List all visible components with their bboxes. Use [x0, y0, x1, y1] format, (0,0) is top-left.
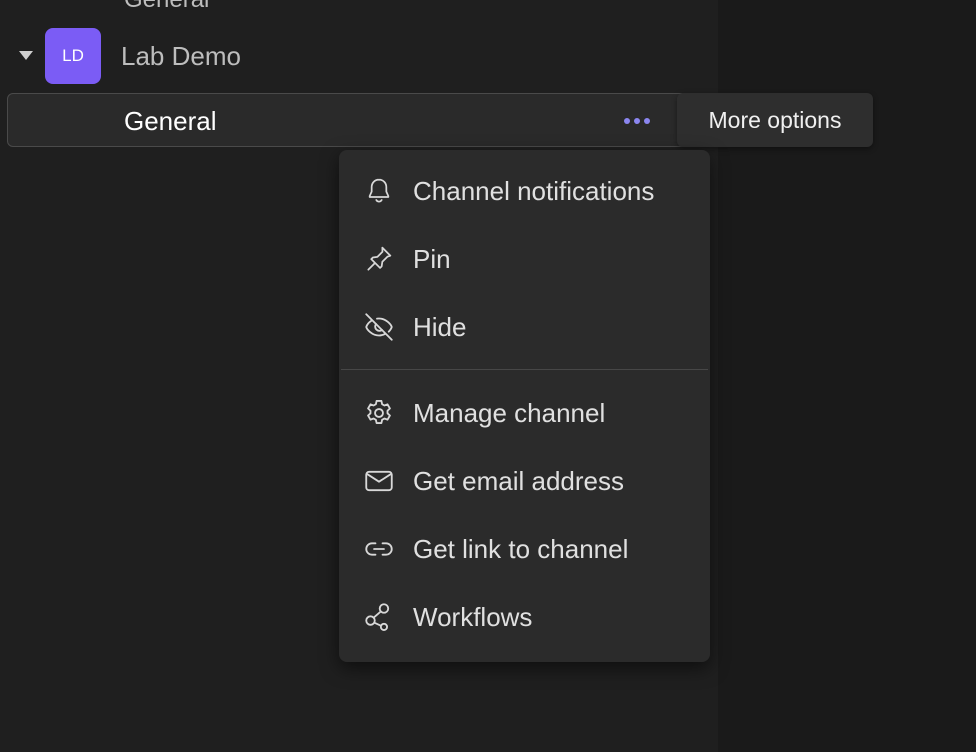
menu-item-get-link-to-channel[interactable]: Get link to channel [339, 515, 710, 583]
team-avatar: LD [45, 28, 101, 84]
workflows-icon [361, 601, 397, 633]
envelope-icon [361, 465, 397, 497]
team-row[interactable]: LD Lab Demo [0, 28, 718, 84]
collapse-caret-icon[interactable] [19, 51, 33, 60]
menu-item-manage-channel[interactable]: Manage channel [339, 379, 710, 447]
link-icon [361, 533, 397, 565]
channel-context-menu: Channel notifications Pin Hide Manage ch… [339, 150, 710, 662]
menu-item-label: Workflows [413, 601, 533, 632]
ellipsis-icon [634, 118, 640, 124]
channel-item-general[interactable]: General [7, 93, 710, 147]
menu-item-label: Get email address [413, 465, 624, 496]
menu-item-label: Pin [413, 243, 451, 274]
team-name: Lab Demo [121, 41, 241, 71]
menu-item-get-email-address[interactable]: Get email address [339, 447, 710, 515]
menu-item-label: Get link to channel [413, 533, 629, 564]
channel-item-general-previous[interactable]: General [124, 0, 209, 14]
ellipsis-icon [624, 118, 630, 124]
channel-name: General [124, 106, 217, 136]
more-options-tooltip: More options [677, 93, 873, 147]
more-options-button[interactable] [620, 108, 654, 134]
ellipsis-icon [644, 118, 650, 124]
menu-item-label: Hide [413, 311, 467, 342]
gear-icon [361, 397, 397, 429]
menu-item-workflows[interactable]: Workflows [339, 583, 710, 651]
menu-item-label: Channel notifications [413, 175, 655, 206]
team-avatar-initials: LD [62, 46, 84, 65]
pin-icon [361, 243, 397, 275]
bell-icon [361, 175, 397, 207]
menu-item-hide[interactable]: Hide [339, 293, 710, 361]
menu-item-label: Manage channel [413, 397, 606, 428]
menu-item-channel-notifications[interactable]: Channel notifications [339, 157, 710, 225]
eye-off-icon [361, 311, 397, 343]
menu-divider [341, 369, 708, 370]
menu-item-pin[interactable]: Pin [339, 225, 710, 293]
